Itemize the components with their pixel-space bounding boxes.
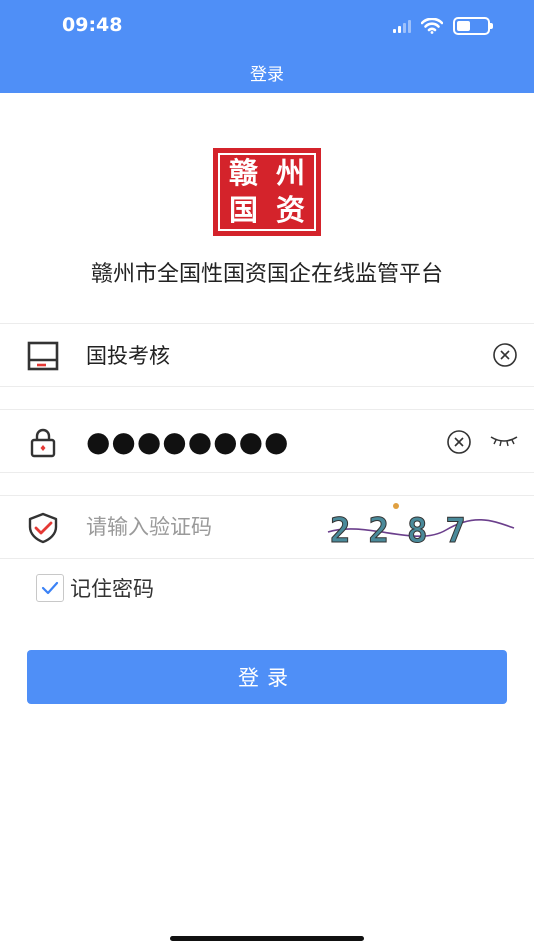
cellular-signal-icon bbox=[393, 19, 411, 33]
home-indicator bbox=[170, 936, 364, 941]
username-row bbox=[0, 324, 534, 386]
divider bbox=[0, 558, 534, 559]
status-time: 09:48 bbox=[62, 14, 123, 36]
captcha-row: 2287 bbox=[0, 496, 534, 558]
logo-char: 国 bbox=[228, 193, 258, 227]
app-logo: 赣 州 国 资 bbox=[213, 148, 321, 236]
logo-char: 资 bbox=[275, 193, 305, 227]
remember-password[interactable]: 记住密码 bbox=[36, 574, 154, 602]
eye-closed-icon[interactable] bbox=[488, 432, 520, 450]
logo-char: 赣 bbox=[228, 156, 258, 190]
battery-icon bbox=[453, 17, 493, 35]
app-header: 09:48 登录 bbox=[0, 0, 534, 93]
app-title: 赣州市全国性国资国企在线监管平台 bbox=[90, 262, 443, 287]
divider bbox=[0, 386, 534, 387]
remember-label: 记住密码 bbox=[70, 577, 154, 601]
captcha-input[interactable] bbox=[86, 506, 316, 548]
captcha-code: 2287 bbox=[330, 511, 484, 551]
shield-check-icon bbox=[28, 512, 58, 544]
terminal-icon bbox=[27, 341, 59, 371]
clear-password-icon[interactable] bbox=[446, 429, 472, 455]
captcha-image[interactable]: 2287 bbox=[326, 500, 516, 552]
logo-char: 州 bbox=[275, 156, 305, 190]
username-input[interactable] bbox=[86, 334, 466, 376]
login-button[interactable]: 登录 bbox=[27, 650, 507, 704]
remember-checkbox[interactable] bbox=[36, 574, 64, 602]
wifi-icon bbox=[421, 18, 443, 34]
lock-icon bbox=[30, 428, 56, 458]
nav-title: 登录 bbox=[250, 65, 284, 85]
status-icons bbox=[393, 16, 493, 36]
divider bbox=[0, 472, 534, 473]
password-input[interactable]: ●●●●●●●● bbox=[86, 420, 406, 462]
password-row: ●●●●●●●● bbox=[0, 410, 534, 472]
check-icon bbox=[41, 581, 59, 595]
clear-username-icon[interactable] bbox=[492, 342, 518, 368]
logo-seal: 赣 州 国 资 bbox=[218, 153, 316, 231]
